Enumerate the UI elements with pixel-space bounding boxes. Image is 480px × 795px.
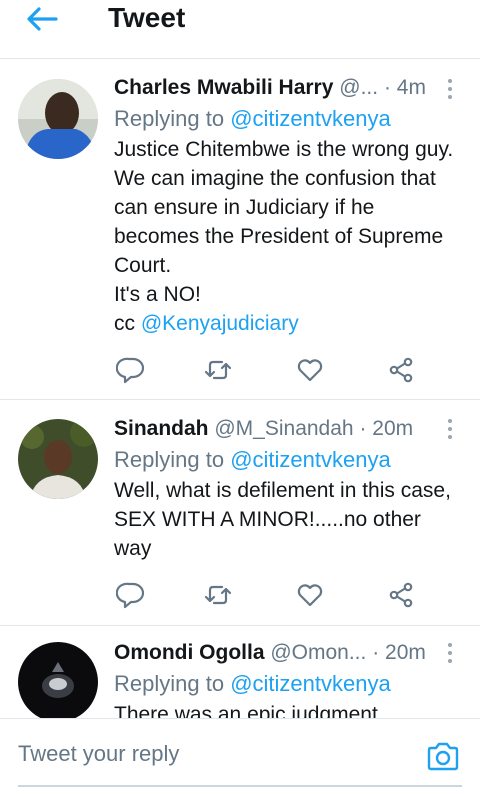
reply-feed[interactable]: Charles Mwabili Harry @... · 4m Replying… [0,59,480,719]
author-name[interactable]: Omondi Ogolla [114,641,265,664]
tweet-actions [114,355,414,385]
page-title: Tweet [108,2,186,33]
reply-icon [115,357,145,384]
retweet-icon [204,585,232,605]
author-name[interactable]: Charles Mwabili Harry [114,76,333,99]
separator-dot: · [372,641,380,664]
replying-to: Replying to @citizentvkenya [114,103,460,135]
author-handle[interactable]: @... [339,76,378,99]
share-button[interactable] [386,355,416,385]
avatar[interactable] [18,79,98,159]
author-handle[interactable]: @M_Sinandah [214,417,353,440]
tweet-text: Well, what is defilement in this case, S… [114,479,451,560]
camera-icon [427,742,459,771]
more-vertical-icon [448,79,452,99]
avatar[interactable] [18,642,98,719]
top-bar: Tweet [0,0,480,59]
back-button[interactable] [24,4,60,34]
share-button[interactable] [386,580,416,610]
tweet-text: Justice Chitembwe is the wrong guy. We c… [114,135,460,338]
like-button[interactable] [295,580,325,610]
more-options-button[interactable] [444,77,456,101]
author-name[interactable]: Sinandah [114,417,209,440]
more-vertical-icon [448,419,452,439]
timestamp: 4m [396,76,426,99]
tweet-actions [114,580,414,610]
replying-to-mention[interactable]: @citizentvkenya [230,447,391,472]
separator-dot: · [359,417,367,440]
reply-button[interactable] [115,580,146,610]
tweet-mention[interactable]: @Kenyajudiciary [141,312,299,335]
avatar[interactable] [18,419,98,499]
more-vertical-icon [448,643,452,663]
input-underline [18,785,462,787]
heart-icon [297,584,323,607]
timestamp: 20m [385,641,426,664]
replying-to-label: Replying to [114,671,231,696]
tweet-body: Justice Chitembwe is the wrong guy. We c… [114,138,454,335]
replying-to: Replying to @citizentvkenya [114,444,460,476]
replying-to: Replying to @citizentvkenya [114,668,460,700]
camera-button[interactable] [426,741,460,773]
reply-button[interactable] [115,355,146,385]
retweet-icon [204,360,232,380]
replying-to-mention[interactable]: @citizentvkenya [230,106,391,131]
replying-to-label: Replying to [114,447,231,472]
retweet-button[interactable] [203,355,233,385]
heart-icon [297,359,323,382]
author-handle[interactable]: @Omon... [270,641,366,664]
tweet-item[interactable]: Charles Mwabili Harry @... · 4m Replying… [0,59,480,400]
like-button[interactable] [295,355,325,385]
tweet-item[interactable]: Omondi Ogolla @Omon... · 20m Replying to… [0,626,480,719]
reply-icon [115,582,145,609]
tweet-text: There was an epic judgment [114,703,378,719]
reply-input[interactable]: Tweet your reply [18,741,179,767]
replying-to-mention[interactable]: @citizentvkenya [230,671,391,696]
share-icon [389,357,413,383]
reply-composer: Tweet your reply [0,718,480,795]
replying-to-label: Replying to [114,106,231,131]
share-icon [389,582,413,608]
timestamp: 20m [372,417,414,440]
more-options-button[interactable] [444,417,456,441]
separator-dot: · [383,76,391,99]
retweet-button[interactable] [203,580,233,610]
tweet-item[interactable]: Sinandah @M_Sinandah · 20m Replying to @… [0,400,480,626]
arrow-left-icon [27,7,58,31]
more-options-button[interactable] [444,641,456,665]
